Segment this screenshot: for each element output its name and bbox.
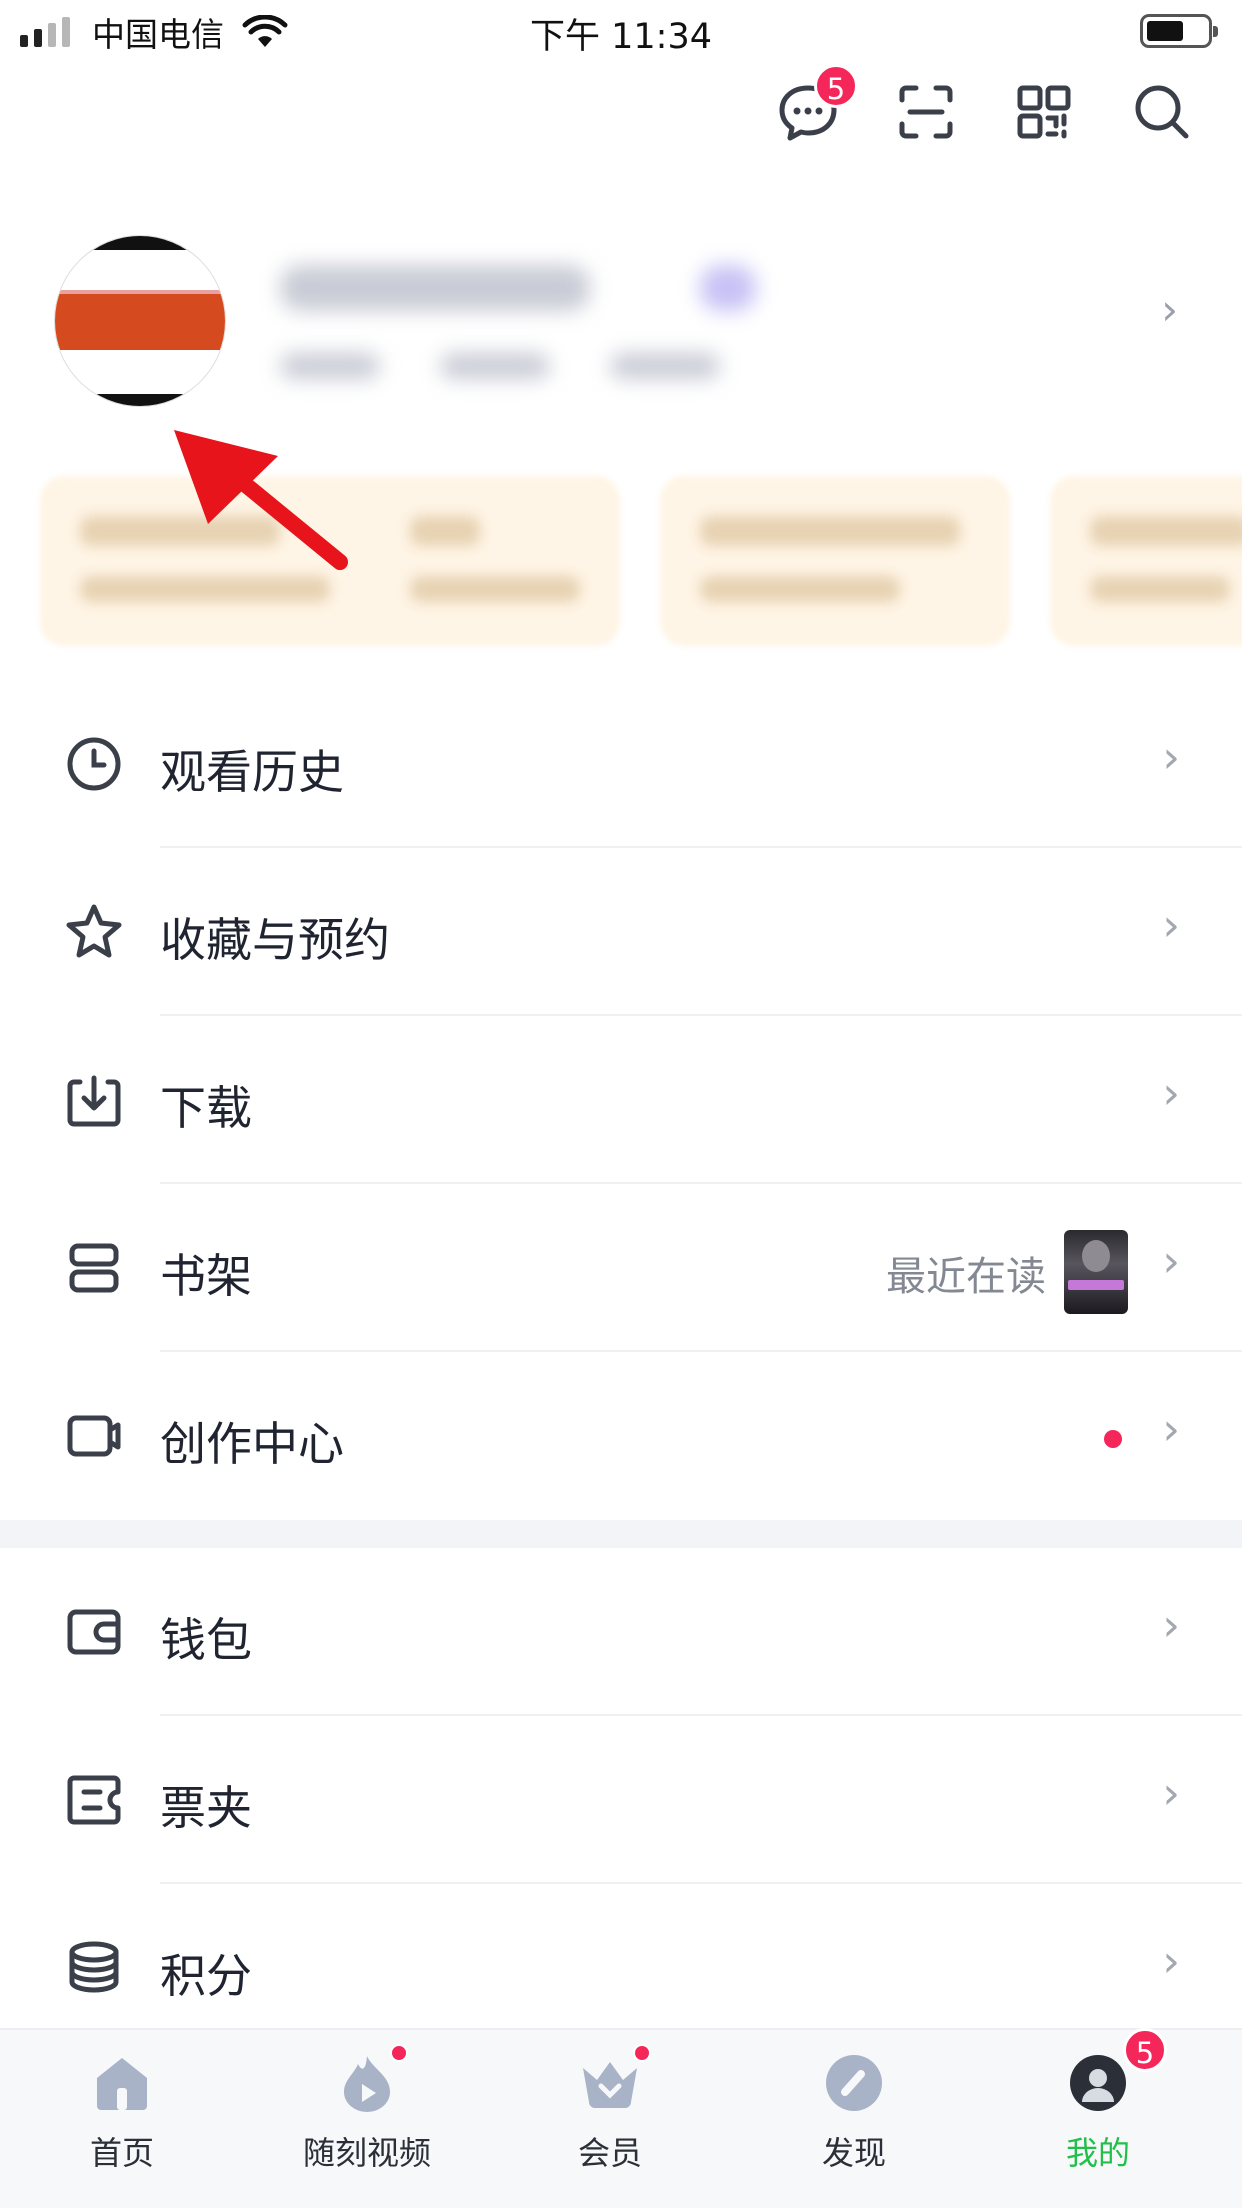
status-bar: 中国电信 下午 11:34 — [0, 0, 1242, 66]
crown-icon — [579, 2044, 651, 2114]
tab-label: 首页 — [89, 2134, 154, 2172]
menu-item-download[interactable]: 下载 › — [0, 1016, 1242, 1184]
menu-item-wallet[interactable]: 钱包 › — [0, 1548, 1242, 1716]
chevron-right-icon: › — [1162, 732, 1180, 783]
tab-mine[interactable]: 5 我的 — [998, 2028, 1198, 2174]
star-icon — [64, 902, 124, 962]
chevron-right-icon: › — [1162, 1768, 1180, 1819]
tab-home[interactable]: 首页 — [22, 2052, 222, 2174]
battery-icon — [1140, 14, 1218, 48]
level-badge-blurred — [700, 265, 756, 311]
menu-item-creator-center[interactable]: 创作中心 › — [0, 1352, 1242, 1520]
profile-header[interactable]: › — [0, 235, 1242, 425]
red-arrow-annotation — [174, 430, 348, 570]
tab-label: 我的 — [1065, 2134, 1130, 2172]
notification-dot — [633, 2044, 651, 2062]
status-time: 下午 11:34 — [530, 17, 712, 57]
vip-card[interactable] — [1050, 476, 1242, 646]
menu-item-bookshelf[interactable]: 书架 最近在读 › — [0, 1184, 1242, 1352]
menu-item-label: 票夹 — [160, 1781, 252, 1835]
chevron-right-icon: › — [1162, 1600, 1180, 1651]
chevron-right-icon: › — [1162, 1236, 1180, 1287]
book-cover-thumbnail[interactable] — [1064, 1230, 1128, 1314]
notification-dot — [390, 2044, 408, 2062]
menu-item-favorites[interactable]: 收藏与预约 › — [0, 848, 1242, 1016]
menu-item-ticket-folder[interactable]: 票夹 › — [0, 1716, 1242, 1884]
search-icon[interactable] — [1130, 80, 1194, 144]
menu-item-label: 下载 — [160, 1081, 252, 1135]
bottom-tab-bar: 首页 随刻视频 会员 发现 5 我的 — [0, 2028, 1242, 2208]
chevron-right-icon: › — [1161, 285, 1178, 334]
qrcode-icon[interactable] — [1012, 80, 1076, 144]
menu-item-label: 钱包 — [160, 1613, 252, 1667]
tab-label: 会员 — [577, 2134, 642, 2172]
recently-reading-label: 最近在读 — [886, 1254, 1046, 1300]
section-divider — [0, 1520, 1242, 1548]
profile-badge: 5 — [1123, 2028, 1167, 2072]
username-blurred — [280, 265, 590, 311]
tab-vip[interactable]: 会员 — [510, 2044, 710, 2174]
menu-item-label: 书架 — [160, 1249, 252, 1303]
compass-icon — [823, 2052, 885, 2114]
message-badge: 5 — [814, 64, 858, 108]
menu-item-label: 观看历史 — [160, 745, 344, 799]
menu-item-label: 收藏与预约 — [160, 913, 390, 967]
menu-item-label: 积分 — [160, 1949, 252, 2003]
wallet-icon — [64, 1602, 124, 1662]
vip-card[interactable] — [660, 476, 1010, 646]
ticket-icon — [64, 1770, 124, 1830]
menu-item-points[interactable]: 积分 › — [0, 1884, 1242, 2052]
notification-dot — [1104, 1430, 1122, 1448]
profile-stat-blurred — [280, 353, 380, 379]
chevron-right-icon: › — [1162, 900, 1180, 951]
tab-suike-video[interactable]: 随刻视频 — [267, 2044, 467, 2174]
flame-play-icon — [336, 2044, 408, 2114]
scan-icon[interactable] — [894, 80, 958, 144]
profile-stat-blurred — [440, 353, 550, 379]
menu-list: 观看历史 › 收藏与预约 › 下载 › 书架 最近在读 › 创作中心 › 钱包 … — [0, 680, 1242, 2052]
home-icon — [91, 2052, 153, 2114]
chevron-right-icon: › — [1162, 1068, 1180, 1119]
header-actions: 5 — [776, 64, 1194, 144]
coins-icon — [64, 1938, 124, 1998]
message-icon[interactable]: 5 — [776, 64, 858, 144]
tab-label: 随刻视频 — [302, 2134, 431, 2172]
menu-item-label: 创作中心 — [160, 1417, 344, 1471]
avatar[interactable] — [54, 235, 226, 407]
tab-discover[interactable]: 发现 — [754, 2052, 954, 2174]
video-camera-icon — [64, 1406, 124, 1466]
bookshelf-icon — [64, 1238, 124, 1298]
chevron-right-icon: › — [1162, 1936, 1180, 1987]
tab-label: 发现 — [821, 2134, 886, 2172]
chevron-right-icon: › — [1162, 1404, 1180, 1455]
clock-icon — [64, 734, 124, 794]
profile-stat-blurred — [610, 353, 720, 379]
menu-item-watch-history[interactable]: 观看历史 › — [0, 680, 1242, 848]
download-icon — [64, 1070, 124, 1130]
profile-icon: 5 — [1067, 2028, 1167, 2114]
